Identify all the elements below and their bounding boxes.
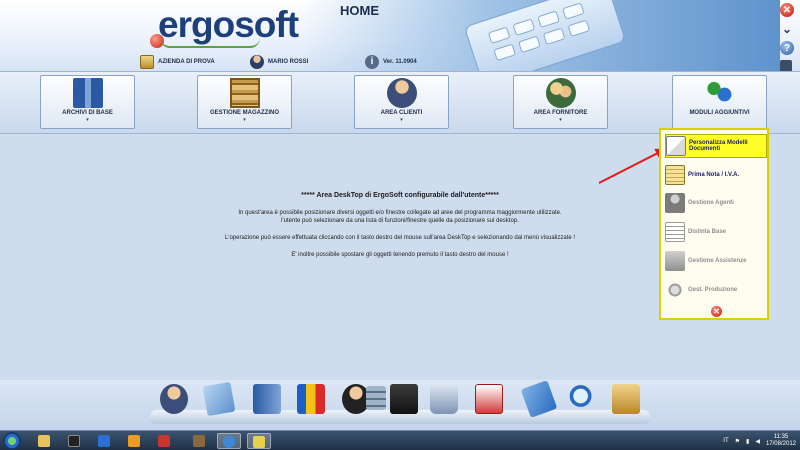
help-icon[interactable]: ? (780, 41, 794, 55)
menu-label: AREA CLIENTI (380, 110, 423, 116)
menu-label: AREA FORNITORE (533, 110, 588, 116)
agent-icon (665, 193, 685, 213)
assistance-icon (665, 251, 685, 271)
panel-item-gest-produzione[interactable]: Gest. Produzione (665, 278, 767, 302)
taskbar-terminal[interactable] (62, 433, 86, 449)
windows-taskbar: IT ⚑ ▮ ◀ 11:35 17/08/2012 (0, 430, 800, 450)
close-icon[interactable]: ✕ (780, 3, 794, 17)
document-icon (666, 136, 686, 156)
database-lock-icon[interactable] (366, 386, 386, 410)
dropdown-arrow-icon: ▾ (243, 117, 246, 123)
desktop-title: ***** Area DeskTop di ErgoSoft configura… (301, 192, 499, 199)
panel-item-label: Gestione Agenti (688, 200, 734, 206)
volume-icon[interactable]: ◀ (755, 438, 760, 445)
menu-archivi-di-base[interactable]: ARCHIVI DI BASE ▾ (40, 75, 135, 129)
puzzle-icon (704, 78, 735, 108)
player-icon (128, 435, 140, 447)
system-tray: IT ⚑ ▮ ◀ 11:35 17/08/2012 (723, 433, 796, 449)
tool-icon (193, 435, 205, 447)
flag-icon[interactable]: ⚑ (735, 438, 740, 445)
menu-label: ARCHIVI DI BASE (62, 110, 113, 116)
taskbar-player[interactable] (122, 433, 146, 449)
company-icon (140, 55, 154, 69)
dropdown-arrow-icon: ▾ (559, 117, 562, 123)
menu-label: MODULI AGGIUNTIVI (689, 110, 750, 116)
desktop-instructions: ***** Area DeskTop di ErgoSoft configura… (150, 192, 650, 268)
client-icon (386, 78, 417, 108)
browser-icon (223, 436, 235, 448)
supplier-icon (545, 78, 576, 108)
menu-area-fornitore[interactable]: AREA FORNITORE ▾ (513, 75, 608, 129)
ergosoft-logo: ergosoft (158, 4, 299, 45)
calendar-icon[interactable] (475, 384, 503, 414)
search-icon[interactable] (568, 384, 596, 414)
shelf-icon (229, 78, 260, 108)
company-info[interactable]: AZIENDA DI PROVA (140, 54, 215, 70)
version-text: Ver. 11.0904 (383, 59, 417, 65)
panel-item-label: Gest. Produzione (688, 287, 738, 293)
panel-item-gestione-assistenze[interactable]: Gestione Assistenze (665, 249, 767, 273)
toolbox-icon[interactable] (612, 384, 640, 414)
terminal-icon (68, 435, 80, 447)
desktop-paragraph-2: L'operazione può essere effettuata clicc… (224, 235, 576, 241)
modules-popup-panel: Personalizza Modelli Documenti Prima Not… (659, 128, 769, 320)
chart-icon[interactable] (297, 384, 325, 414)
clock-time: 11:35 (773, 434, 789, 440)
media-icon (98, 435, 110, 447)
server-icon (72, 78, 103, 108)
menu-gestione-magazzino[interactable]: GESTIONE MAGAZZINO ▾ (197, 75, 292, 129)
operator-icon[interactable] (160, 384, 188, 414)
panel-item-personalizza-modelli[interactable]: Personalizza Modelli Documenti (665, 134, 767, 158)
desktop-paragraph-1: In quest'area è possibile posizionare di… (238, 210, 562, 224)
language-indicator[interactable]: IT (723, 438, 728, 444)
taskbar-media[interactable] (92, 433, 116, 449)
panel-item-label: Prima Nota / I.V.A. (688, 172, 740, 178)
network-icon[interactable]: ▮ (746, 438, 749, 445)
taskbar-ie[interactable] (217, 433, 241, 449)
panel-item-label: Personalizza Modelli Documenti (689, 140, 748, 152)
version-info: i Ver. 11.0904 (365, 54, 417, 70)
gears-icon (665, 280, 685, 300)
desktop-paragraph-3: E' inoltre possibile spostare gli oggett… (291, 252, 509, 258)
info-icon: i (365, 55, 379, 69)
menu-area-clienti[interactable]: AREA CLIENTI ▾ (354, 75, 449, 129)
user-info[interactable]: MARIO ROSSI (250, 54, 308, 70)
clock-date: 17/08/2012 (765, 441, 796, 447)
taskbar-ergosoft[interactable] (247, 433, 271, 449)
company-name: AZIENDA DI PROVA (158, 59, 215, 65)
panel-item-prima-nota[interactable]: Prima Nota / I.V.A. (665, 163, 767, 187)
user-icon (250, 55, 264, 69)
ergosoft-icon (253, 436, 265, 448)
clock[interactable]: 11:35 17/08/2012 (766, 434, 796, 448)
user-name: MARIO ROSSI (268, 59, 309, 65)
page-title: HOME (340, 3, 379, 18)
calculator-icon[interactable] (780, 60, 792, 71)
app-icon (158, 435, 170, 447)
panel-item-label: Distinta Base (688, 229, 727, 235)
binder-icon[interactable] (253, 384, 281, 414)
printer-icon[interactable] (430, 384, 458, 414)
panel-item-label: Gestione Assistenze (688, 258, 747, 264)
taskbar-explorer[interactable] (32, 433, 56, 449)
close-icon[interactable]: ✕ (711, 306, 722, 317)
start-button[interactable] (3, 432, 21, 450)
panel-item-distinta-base[interactable]: Distinta Base (665, 220, 767, 244)
panel-item-gestione-agenti[interactable]: Gestione Agenti (665, 191, 767, 215)
floppy-icon[interactable] (390, 384, 418, 414)
menu-moduli-aggiuntivi[interactable]: MODULI AGGIUNTIVI (672, 75, 767, 129)
main-menu-bar: ARCHIVI DI BASE ▾ GESTIONE MAGAZZINO ▾ A… (0, 72, 800, 134)
dropdown-arrow-icon: ▾ (86, 117, 89, 123)
notebook-icon (665, 165, 685, 185)
dropdown-arrow-icon: ▾ (400, 117, 403, 123)
menu-label: GESTIONE MAGAZZINO (210, 110, 279, 116)
map-icon[interactable] (202, 381, 236, 417)
window-controls: ✕ ⌄ ? (780, 3, 796, 71)
taskbar-app[interactable] (152, 433, 176, 449)
taskbar-tool[interactable] (187, 433, 211, 449)
app-header: ergosoft HOME AZIENDA DI PROVA MARIO ROS… (0, 0, 800, 72)
folder-icon (38, 435, 50, 447)
minimize-icon[interactable]: ⌄ (780, 22, 794, 36)
list-icon (665, 222, 685, 242)
bottom-dock (0, 380, 800, 430)
